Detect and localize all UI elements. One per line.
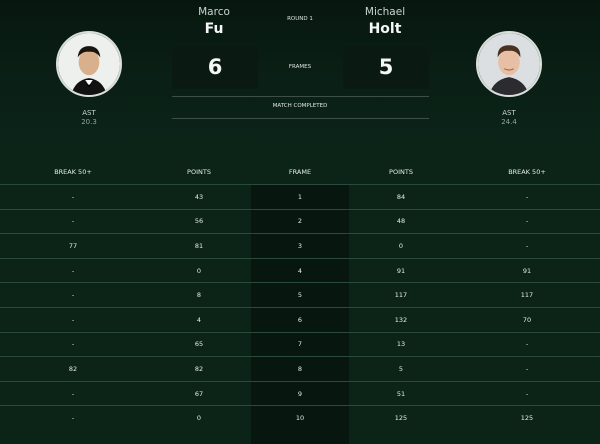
cell-frame: 8 <box>297 364 303 373</box>
divider <box>172 118 429 119</box>
player2-score: 5 <box>343 46 429 89</box>
cell-frame: 10 <box>295 414 305 423</box>
header-points-p2: POINTS <box>389 168 413 176</box>
cell-break-p1: - <box>71 192 75 201</box>
cell-points-p1: 4 <box>196 315 202 324</box>
cell-break-p2: - <box>525 241 529 250</box>
table-row: - 43 1 84 - <box>0 184 600 209</box>
cell-frame: 7 <box>297 340 303 349</box>
cell-frame: 5 <box>297 291 303 300</box>
cell-points-p1: 56 <box>194 217 204 226</box>
match-header: AST 20.3 Marco Fu ROUND 1 Michael Holt 6… <box>0 0 600 140</box>
cell-break-p1: - <box>71 340 75 349</box>
header-points-p1: POINTS <box>187 168 211 176</box>
header-break-p2: BREAK 50+ <box>508 168 546 176</box>
cell-points-p1: 8 <box>196 291 202 300</box>
table-row: - 0 10 125 125 <box>0 405 600 430</box>
cell-frame: 6 <box>297 315 303 324</box>
cell-points-p2: 5 <box>398 364 404 373</box>
cell-points-p1: 0 <box>196 414 202 423</box>
player1-average: 20.3 <box>81 118 97 126</box>
cell-break-p2: 117 <box>520 291 534 300</box>
match-status: MATCH COMPLETED <box>272 103 328 109</box>
cell-points-p1: 82 <box>194 364 204 373</box>
cell-points-p2: 91 <box>396 266 406 275</box>
cell-break-p2: - <box>525 389 529 398</box>
table-body: -43 1 84- -56 2 48-77 81 3 0- -0 4 91 91-8 5 117 117-4 6… <box>0 184 600 430</box>
cell-break-p1: - <box>71 315 75 324</box>
cell-points-p1: 65 <box>194 340 204 349</box>
player2-avatar[interactable] <box>476 31 542 97</box>
cell-points-p1: 0 <box>196 266 202 275</box>
player2-average: 24.4 <box>501 118 517 126</box>
cell-break-p1: - <box>71 414 75 423</box>
player1-avatar[interactable] <box>56 31 122 97</box>
cell-points-p1: 67 <box>194 389 204 398</box>
cell-frame: 4 <box>297 266 303 275</box>
divider <box>172 96 429 97</box>
cell-points-p2: 125 <box>394 414 408 423</box>
player1-last-name[interactable]: Fu <box>154 21 274 37</box>
cell-break-p2: - <box>525 192 529 201</box>
table-row: - 56 2 48 - <box>0 208 600 234</box>
cell-break-p2: - <box>525 217 529 226</box>
header-frame: FRAME <box>288 168 312 176</box>
cell-points-p2: 51 <box>396 389 406 398</box>
frame-scores-table: BREAK 50+ POINTS FRAME POINTS BREAK 50+ … <box>0 160 600 444</box>
cell-break-p2: 125 <box>520 414 534 423</box>
cell-break-p1: - <box>71 389 75 398</box>
player2-first-name: Michael <box>364 6 406 18</box>
table-row: - 4 6 132 70 <box>0 306 600 332</box>
cell-break-p2: 91 <box>522 266 532 275</box>
cell-points-p2: 117 <box>394 291 408 300</box>
player1-nationality: AST <box>82 109 96 117</box>
cell-points-p1: 81 <box>194 241 204 250</box>
player1-score: 6 <box>172 46 258 89</box>
header-break-p1: BREAK 50+ <box>54 168 92 176</box>
cell-points-p2: 13 <box>396 340 406 349</box>
cell-break-p1: - <box>71 291 75 300</box>
table-header: BREAK 50+ POINTS FRAME POINTS BREAK 50+ <box>0 160 600 184</box>
cell-points-p2: 84 <box>396 192 406 201</box>
frames-label: FRAMES <box>288 64 312 70</box>
table-row: - 65 7 13 - <box>0 331 600 357</box>
cell-break-p1: - <box>71 266 75 275</box>
cell-frame: 2 <box>297 217 303 226</box>
cell-break-p2: 70 <box>522 315 532 324</box>
cell-break-p1: - <box>71 217 75 226</box>
cell-break-p2: - <box>525 364 529 373</box>
cell-break-p1: 82 <box>68 364 78 373</box>
table-row: - 67 9 51 - <box>0 380 600 406</box>
table-row: - 8 5 117 117 <box>0 282 600 307</box>
cell-points-p2: 0 <box>398 241 404 250</box>
table-row: - 0 4 91 91 <box>0 257 600 283</box>
cell-frame: 9 <box>297 389 303 398</box>
cell-points-p2: 132 <box>394 315 408 324</box>
table-row: 77 81 3 0 - <box>0 233 600 258</box>
player2-nationality: AST <box>502 109 516 117</box>
cell-points-p1: 43 <box>194 192 204 201</box>
cell-frame: 3 <box>297 241 303 250</box>
cell-points-p2: 48 <box>396 217 406 226</box>
cell-break-p2: - <box>525 340 529 349</box>
player2-last-name[interactable]: Holt <box>325 21 445 37</box>
cell-frame: 1 <box>297 192 303 201</box>
cell-break-p1: 77 <box>68 241 78 250</box>
table-row: 82 82 8 5 - <box>0 356 600 381</box>
